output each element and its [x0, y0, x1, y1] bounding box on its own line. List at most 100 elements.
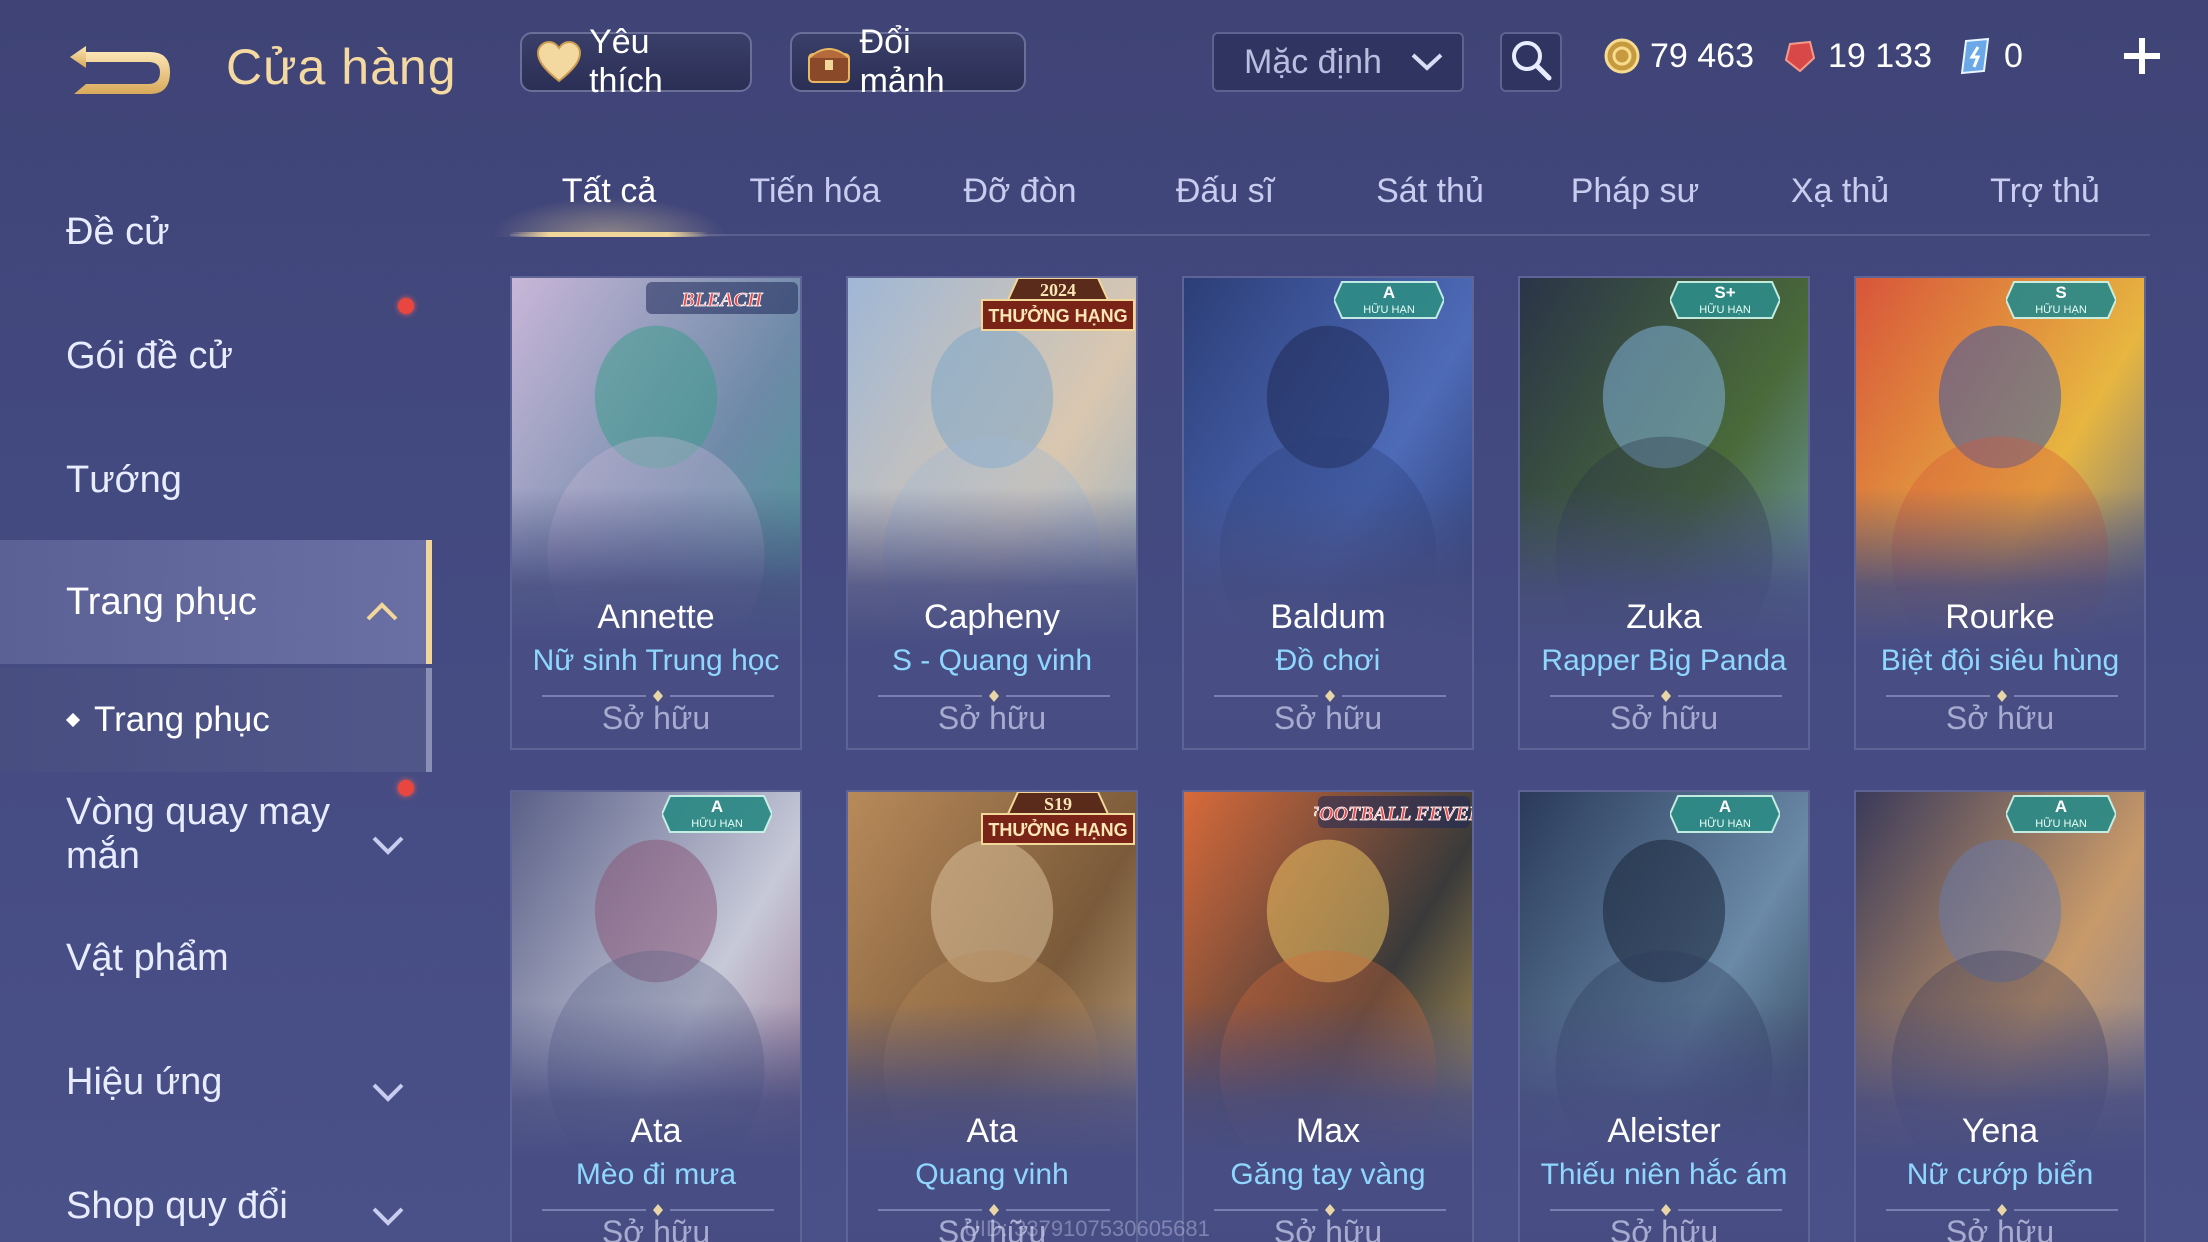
- sidebar-item-effects[interactable]: Hiệu ứng: [0, 1020, 432, 1144]
- tab-label: Trợ thủ: [1990, 172, 2100, 210]
- sidebar-item-heroes[interactable]: Tướng: [0, 418, 432, 542]
- limited-tier-badge: A HỮU HẠN: [2006, 795, 2116, 833]
- tab-marksman[interactable]: Xạ thủ: [1741, 172, 1939, 234]
- collab-logo-badge: BLEACH: [646, 282, 798, 314]
- treasure-chest-icon: [804, 37, 854, 87]
- tab-assassin[interactable]: Sát thủ: [1331, 172, 1529, 234]
- limited-tier-badge: A HỮU HẠN: [1334, 281, 1444, 319]
- hero-name: Ata: [630, 1112, 682, 1150]
- svg-text:FOOTBALL FEVER: FOOTBALL FEVER: [1314, 803, 1474, 825]
- sidebar-item-label: Gói đề cử: [66, 334, 233, 377]
- heart-icon: [534, 37, 583, 87]
- sidebar-item-label: Shop quy đổi: [66, 1184, 288, 1227]
- tab-tank[interactable]: Đỡ đòn: [921, 172, 1119, 234]
- chevron-down-icon: [370, 1070, 406, 1102]
- skin-name: Biệt đội siêu hùng: [1880, 644, 2120, 677]
- svg-text:A: A: [1719, 797, 1731, 816]
- svg-text:A: A: [1383, 283, 1395, 302]
- owned-status: Sở hữu: [1609, 1214, 1719, 1242]
- chevron-down-icon: [370, 1194, 406, 1226]
- limited-tier-badge: S HỮU HẠN: [2006, 281, 2116, 319]
- svg-text:HỮU HẠN: HỮU HẠN: [1363, 303, 1415, 316]
- search-icon: [1509, 38, 1553, 87]
- sidebar-item-exchange-shop[interactable]: Shop quy đổi: [0, 1144, 432, 1242]
- tab-glow: [490, 197, 728, 237]
- page-title: Cửa hàng: [226, 39, 457, 95]
- sidebar-subitem-skins[interactable]: Trang phục: [0, 668, 432, 772]
- tab-mage[interactable]: Pháp sư: [1536, 172, 1734, 234]
- owned-status: Sở hữu: [1273, 1214, 1383, 1242]
- skin-card-max[interactable]: FOOTBALL FEVER Max Găng tay vàng Sở hữu: [1182, 790, 1474, 1242]
- tab-label: Pháp sư: [1570, 172, 1700, 210]
- voucher-amount: 19 133: [1828, 36, 1932, 75]
- quan-huy-amount: 0: [2004, 36, 2023, 75]
- tab-label: Đấu sĩ: [1175, 172, 1275, 210]
- sidebar-item-skins[interactable]: Trang phục: [0, 540, 432, 664]
- tab-label: Đỡ đòn: [963, 172, 1077, 210]
- hero-name: Ata: [966, 1112, 1018, 1150]
- skin-card-ata-cat[interactable]: A HỮU HẠN Ata Mèo đi mưa Sở hữu: [510, 790, 802, 1242]
- svg-text:HỮU HẠN: HỮU HẠN: [691, 817, 743, 830]
- skin-card-zuka[interactable]: S+ HỮU HẠN Zuka Rapper Big Panda Sở hữu: [1518, 276, 1810, 750]
- exchange-fragments-button[interactable]: Đổi mảnh: [790, 23, 1026, 100]
- owned-status: Sở hữu: [601, 700, 711, 736]
- sidebar-item-label: Trang phục: [66, 580, 257, 623]
- sort-dropdown[interactable]: Mặc định: [1212, 32, 1464, 92]
- back-arrow-icon[interactable]: [66, 38, 178, 104]
- sidebar-item-label: Hiệu ứng: [66, 1060, 223, 1103]
- skin-card-yena[interactable]: A HỮU HẠN Yena Nữ cướp biển Sở hữu: [1854, 790, 2146, 1242]
- svg-text:HỮU HẠN: HỮU HẠN: [2035, 817, 2087, 830]
- skin-name: Thiếu niên hắc ám: [1540, 1158, 1788, 1191]
- gold-coin-icon: [1602, 36, 1642, 76]
- svg-text:S: S: [2055, 283, 2066, 302]
- skin-name: Rapper Big Panda: [1541, 644, 1787, 677]
- skin-card-aleister[interactable]: A HỮU HẠN Aleister Thiếu niên hắc ám Sở …: [1518, 790, 1810, 1242]
- notification-dot: [398, 298, 414, 314]
- hero-name: Yena: [1961, 1112, 2039, 1150]
- hero-name: Rourke: [1945, 598, 2055, 636]
- skin-card-ata-glory[interactable]: THƯỞNG HẠNG S19 Ata Quang vinh Sở hữu: [846, 790, 1138, 1242]
- sidebar-item-featured[interactable]: Đề cử: [0, 170, 432, 294]
- limited-tier-badge: A HỮU HẠN: [662, 795, 772, 833]
- limited-tier-badge: S+ HỮU HẠN: [1670, 281, 1780, 319]
- rank-reward-badge: THƯỞNG HẠNG S19: [981, 792, 1135, 845]
- tab-label: Sát thủ: [1376, 172, 1484, 210]
- skin-grid: BLEACH Annette Nữ sinh Trung học Sở hữu …: [510, 276, 2150, 1242]
- plus-icon: [2122, 36, 2162, 81]
- voucher-balance: 19 133: [1780, 36, 1932, 76]
- skin-name: S - Quang vinh: [891, 644, 1093, 677]
- sidebar-item-lucky-wheel[interactable]: Vòng quay may mắn: [0, 772, 432, 896]
- sidebar-item-featured-bundles[interactable]: Gói đề cử: [0, 294, 432, 418]
- svg-text:BLEACH: BLEACH: [680, 289, 764, 311]
- skin-card-baldum[interactable]: A HỮU HẠN Baldum Đồ chơi Sở hữu: [1182, 276, 1474, 750]
- tab-support[interactable]: Trợ thủ: [1946, 172, 2144, 234]
- sidebar-item-label: Tướng: [66, 458, 182, 501]
- favorite-label: Yêu thích: [589, 23, 663, 100]
- owned-status: Sở hữu: [1609, 700, 1719, 736]
- svg-text:S+: S+: [1714, 283, 1735, 302]
- svg-text:HỮU HẠN: HỮU HẠN: [1699, 303, 1751, 316]
- add-currency-button[interactable]: [2114, 30, 2170, 86]
- skin-name: Đồ chơi: [1275, 644, 1381, 677]
- skin-name: Quang vinh: [915, 1158, 1069, 1191]
- collab-logo-badge: FOOTBALL FEVER: [1314, 796, 1474, 828]
- tab-all[interactable]: Tất cả: [490, 172, 728, 237]
- svg-text:HỮU HẠN: HỮU HẠN: [1699, 817, 1751, 830]
- tab-evolution[interactable]: Tiến hóa: [716, 172, 914, 234]
- skin-name: Nữ sinh Trung học: [532, 644, 780, 677]
- red-gem-icon: [1780, 36, 1820, 76]
- skin-card-rourke[interactable]: S HỮU HẠN Rourke Biệt đội siêu hùng Sở h…: [1854, 276, 2146, 750]
- skin-name: Mèo đi mưa: [575, 1158, 737, 1191]
- sidebar-item-items[interactable]: Vật phẩm: [0, 896, 432, 1020]
- hero-name: Max: [1295, 1112, 1361, 1150]
- search-button[interactable]: [1500, 32, 1562, 92]
- tab-label: Xạ thủ: [1790, 172, 1890, 210]
- skin-card-annette[interactable]: BLEACH Annette Nữ sinh Trung học Sở hữu: [510, 276, 802, 750]
- tab-warrior[interactable]: Đấu sĩ: [1126, 172, 1324, 234]
- uid-watermark: UID: 3379107530605681: [964, 1216, 1210, 1241]
- skin-card-capheny[interactable]: THƯỞNG HẠNG 2024 Capheny S - Quang vinh …: [846, 276, 1138, 750]
- owned-status: Sở hữu: [1945, 1214, 2055, 1242]
- favorite-button[interactable]: Yêu thích: [520, 23, 752, 100]
- svg-text:S19: S19: [1044, 794, 1072, 814]
- sidebar: Đề cử Gói đề cử Tướng Trang phục Trang p…: [0, 170, 432, 1242]
